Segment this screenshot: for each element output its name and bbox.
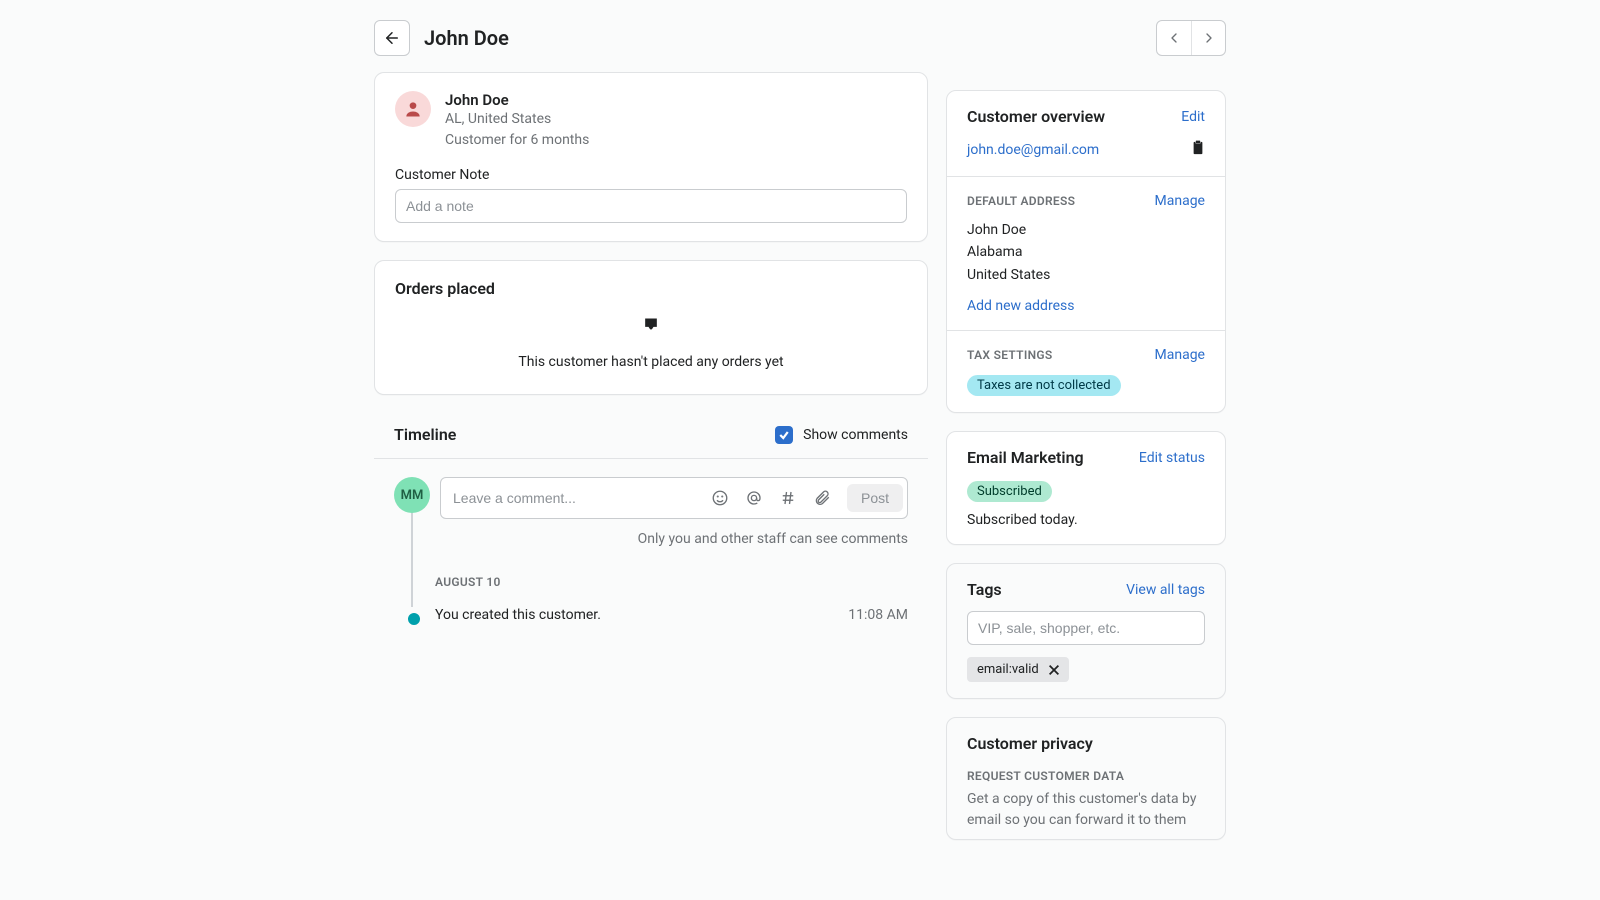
show-comments-label: Show comments [803, 427, 908, 443]
timeline-item-time: 11:08 AM [848, 607, 908, 623]
tag-chip: email:valid [967, 657, 1069, 682]
email-marketing-heading: Email Marketing [967, 448, 1084, 467]
timeline-heading: Timeline [394, 425, 456, 444]
tags-card: Tags View all tags email:valid [946, 563, 1226, 699]
customer-privacy-card: Customer privacy REQUEST CUSTOMER DATA G… [946, 717, 1226, 840]
orders-heading: Orders placed [395, 279, 907, 298]
timeline-dot-icon [406, 611, 422, 627]
timeline-date-heading: AUGUST 10 [435, 575, 908, 589]
view-all-tags-link[interactable]: View all tags [1126, 582, 1205, 598]
at-icon [745, 489, 763, 507]
customer-name: John Doe [445, 91, 589, 109]
customer-tenure: Customer for 6 months [445, 130, 589, 151]
mention-button[interactable] [739, 483, 769, 513]
show-comments-toggle[interactable]: Show comments [775, 426, 908, 444]
address-line: John Doe [967, 219, 1205, 241]
request-data-heading: REQUEST CUSTOMER DATA [967, 769, 1205, 783]
tag-chip-label: email:valid [977, 662, 1039, 677]
subscribed-badge: Subscribed [967, 481, 1052, 502]
checkbox-checked-icon [775, 426, 793, 444]
comment-box: Post [440, 477, 908, 519]
tags-input[interactable] [967, 611, 1205, 645]
customer-location: AL, United States [445, 109, 589, 130]
prev-button[interactable] [1157, 21, 1191, 55]
customer-profile-card: John Doe AL, United States Customer for … [374, 72, 928, 242]
add-address-link[interactable]: Add new address [967, 298, 1074, 314]
post-button[interactable]: Post [847, 484, 903, 512]
address-line: United States [967, 264, 1205, 286]
hashtag-button[interactable] [773, 483, 803, 513]
copy-email-button[interactable] [1191, 140, 1205, 160]
orders-card: Orders placed This customer hasn't place… [374, 260, 928, 395]
timeline-item-text: You created this customer. [435, 607, 848, 623]
paperclip-icon [813, 489, 831, 507]
request-data-text: Get a copy of this customer's data by em… [967, 789, 1205, 831]
chevron-right-icon [1201, 30, 1217, 46]
customer-overview-card: Customer overview Edit john.doe@gmail.co… [946, 90, 1226, 413]
subscribed-note: Subscribed today. [967, 512, 1205, 528]
prev-next-group [1156, 20, 1226, 56]
tags-heading: Tags [967, 580, 1002, 599]
remove-tag-button[interactable] [1047, 663, 1061, 677]
staff-avatar: MM [394, 477, 430, 513]
customer-note-input[interactable] [395, 189, 907, 223]
customer-email-link[interactable]: john.doe@gmail.com [967, 142, 1099, 158]
close-icon [1047, 663, 1061, 677]
comment-help-text: Only you and other staff can see comment… [440, 531, 908, 547]
default-address-heading: DEFAULT ADDRESS [967, 194, 1075, 208]
overview-heading: Customer overview [967, 107, 1105, 126]
avatar [395, 91, 431, 127]
inbox-icon [641, 316, 661, 336]
timeline-item: You created this customer. 11:08 AM [411, 607, 908, 623]
privacy-heading: Customer privacy [967, 734, 1205, 753]
next-button[interactable] [1191, 21, 1225, 55]
address-line: Alabama [967, 241, 1205, 263]
arrow-left-icon [383, 29, 401, 47]
chevron-left-icon [1166, 30, 1182, 46]
emoji-icon [711, 489, 729, 507]
tax-settings-heading: TAX SETTINGS [967, 348, 1052, 362]
manage-tax-link[interactable]: Manage [1155, 347, 1205, 363]
email-marketing-card: Email Marketing Edit status Subscribed S… [946, 431, 1226, 545]
back-button[interactable] [374, 20, 410, 56]
page-title: John Doe [424, 26, 1156, 50]
attach-button[interactable] [807, 483, 837, 513]
timeline-section: Timeline Show comments MM [374, 413, 928, 631]
customer-note-label: Customer Note [395, 167, 907, 183]
edit-overview-link[interactable]: Edit [1181, 109, 1205, 125]
manage-address-link[interactable]: Manage [1155, 193, 1205, 209]
emoji-button[interactable] [705, 483, 735, 513]
edit-status-link[interactable]: Edit status [1139, 450, 1205, 466]
orders-empty-text: This customer hasn't placed any orders y… [518, 354, 783, 370]
hash-icon [779, 489, 797, 507]
comment-input[interactable] [453, 490, 705, 506]
person-icon [403, 99, 423, 119]
tax-badge: Taxes are not collected [967, 375, 1121, 396]
clipboard-icon [1191, 140, 1205, 156]
